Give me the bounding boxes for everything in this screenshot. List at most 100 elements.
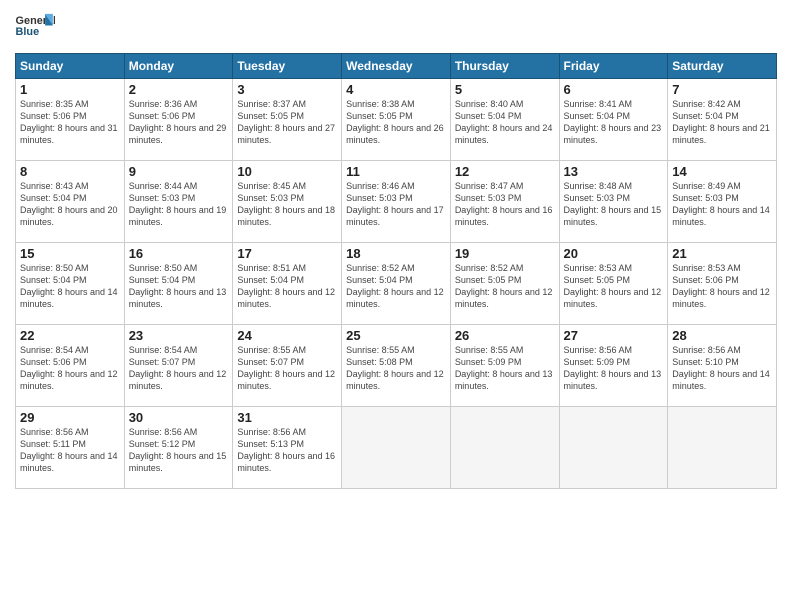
- day-info: Sunrise: 8:46 AM Sunset: 5:03 PM Dayligh…: [346, 180, 446, 229]
- calendar-cell: 7Sunrise: 8:42 AM Sunset: 5:04 PM Daylig…: [668, 79, 777, 161]
- day-number: 30: [129, 410, 229, 425]
- col-header-friday: Friday: [559, 54, 668, 79]
- calendar-cell: 28Sunrise: 8:56 AM Sunset: 5:10 PM Dayli…: [668, 325, 777, 407]
- day-info: Sunrise: 8:55 AM Sunset: 5:08 PM Dayligh…: [346, 344, 446, 393]
- day-number: 19: [455, 246, 555, 261]
- day-info: Sunrise: 8:52 AM Sunset: 5:05 PM Dayligh…: [455, 262, 555, 311]
- day-info: Sunrise: 8:36 AM Sunset: 5:06 PM Dayligh…: [129, 98, 229, 147]
- day-number: 27: [564, 328, 664, 343]
- day-number: 1: [20, 82, 120, 97]
- day-info: Sunrise: 8:56 AM Sunset: 5:09 PM Dayligh…: [564, 344, 664, 393]
- day-number: 21: [672, 246, 772, 261]
- day-info: Sunrise: 8:54 AM Sunset: 5:07 PM Dayligh…: [129, 344, 229, 393]
- day-number: 12: [455, 164, 555, 179]
- day-number: 3: [237, 82, 337, 97]
- logo: General Blue: [15, 10, 59, 45]
- calendar-cell: 10Sunrise: 8:45 AM Sunset: 5:03 PM Dayli…: [233, 161, 342, 243]
- day-info: Sunrise: 8:47 AM Sunset: 5:03 PM Dayligh…: [455, 180, 555, 229]
- calendar-week-4: 22Sunrise: 8:54 AM Sunset: 5:06 PM Dayli…: [16, 325, 777, 407]
- calendar-cell: 13Sunrise: 8:48 AM Sunset: 5:03 PM Dayli…: [559, 161, 668, 243]
- calendar-table: SundayMondayTuesdayWednesdayThursdayFrid…: [15, 53, 777, 489]
- logo-icon: General Blue: [15, 10, 55, 45]
- day-info: Sunrise: 8:56 AM Sunset: 5:10 PM Dayligh…: [672, 344, 772, 393]
- calendar-cell: 2Sunrise: 8:36 AM Sunset: 5:06 PM Daylig…: [124, 79, 233, 161]
- calendar-cell: 6Sunrise: 8:41 AM Sunset: 5:04 PM Daylig…: [559, 79, 668, 161]
- day-number: 2: [129, 82, 229, 97]
- day-number: 31: [237, 410, 337, 425]
- calendar-cell: [450, 407, 559, 489]
- day-info: Sunrise: 8:51 AM Sunset: 5:04 PM Dayligh…: [237, 262, 337, 311]
- calendar-cell: 21Sunrise: 8:53 AM Sunset: 5:06 PM Dayli…: [668, 243, 777, 325]
- col-header-wednesday: Wednesday: [342, 54, 451, 79]
- calendar-cell: 27Sunrise: 8:56 AM Sunset: 5:09 PM Dayli…: [559, 325, 668, 407]
- calendar-cell: 17Sunrise: 8:51 AM Sunset: 5:04 PM Dayli…: [233, 243, 342, 325]
- day-number: 29: [20, 410, 120, 425]
- calendar-cell: 22Sunrise: 8:54 AM Sunset: 5:06 PM Dayli…: [16, 325, 125, 407]
- calendar-cell: 20Sunrise: 8:53 AM Sunset: 5:05 PM Dayli…: [559, 243, 668, 325]
- day-number: 14: [672, 164, 772, 179]
- day-info: Sunrise: 8:38 AM Sunset: 5:05 PM Dayligh…: [346, 98, 446, 147]
- calendar-cell: 30Sunrise: 8:56 AM Sunset: 5:12 PM Dayli…: [124, 407, 233, 489]
- calendar-cell: 8Sunrise: 8:43 AM Sunset: 5:04 PM Daylig…: [16, 161, 125, 243]
- calendar-cell: 31Sunrise: 8:56 AM Sunset: 5:13 PM Dayli…: [233, 407, 342, 489]
- day-info: Sunrise: 8:54 AM Sunset: 5:06 PM Dayligh…: [20, 344, 120, 393]
- calendar-cell: 4Sunrise: 8:38 AM Sunset: 5:05 PM Daylig…: [342, 79, 451, 161]
- calendar-cell: 16Sunrise: 8:50 AM Sunset: 5:04 PM Dayli…: [124, 243, 233, 325]
- day-info: Sunrise: 8:45 AM Sunset: 5:03 PM Dayligh…: [237, 180, 337, 229]
- calendar-cell: 5Sunrise: 8:40 AM Sunset: 5:04 PM Daylig…: [450, 79, 559, 161]
- day-info: Sunrise: 8:37 AM Sunset: 5:05 PM Dayligh…: [237, 98, 337, 147]
- calendar-cell: 9Sunrise: 8:44 AM Sunset: 5:03 PM Daylig…: [124, 161, 233, 243]
- day-info: Sunrise: 8:56 AM Sunset: 5:13 PM Dayligh…: [237, 426, 337, 475]
- calendar-cell: 12Sunrise: 8:47 AM Sunset: 5:03 PM Dayli…: [450, 161, 559, 243]
- day-number: 20: [564, 246, 664, 261]
- day-number: 24: [237, 328, 337, 343]
- day-info: Sunrise: 8:50 AM Sunset: 5:04 PM Dayligh…: [129, 262, 229, 311]
- calendar-cell: 26Sunrise: 8:55 AM Sunset: 5:09 PM Dayli…: [450, 325, 559, 407]
- day-info: Sunrise: 8:43 AM Sunset: 5:04 PM Dayligh…: [20, 180, 120, 229]
- calendar-cell: 15Sunrise: 8:50 AM Sunset: 5:04 PM Dayli…: [16, 243, 125, 325]
- day-info: Sunrise: 8:35 AM Sunset: 5:06 PM Dayligh…: [20, 98, 120, 147]
- day-info: Sunrise: 8:52 AM Sunset: 5:04 PM Dayligh…: [346, 262, 446, 311]
- calendar-cell: 23Sunrise: 8:54 AM Sunset: 5:07 PM Dayli…: [124, 325, 233, 407]
- calendar-cell: 3Sunrise: 8:37 AM Sunset: 5:05 PM Daylig…: [233, 79, 342, 161]
- day-info: Sunrise: 8:40 AM Sunset: 5:04 PM Dayligh…: [455, 98, 555, 147]
- calendar-cell: [559, 407, 668, 489]
- day-info: Sunrise: 8:42 AM Sunset: 5:04 PM Dayligh…: [672, 98, 772, 147]
- day-number: 17: [237, 246, 337, 261]
- day-number: 8: [20, 164, 120, 179]
- day-number: 16: [129, 246, 229, 261]
- calendar-cell: [342, 407, 451, 489]
- col-header-thursday: Thursday: [450, 54, 559, 79]
- day-info: Sunrise: 8:44 AM Sunset: 5:03 PM Dayligh…: [129, 180, 229, 229]
- calendar-cell: 11Sunrise: 8:46 AM Sunset: 5:03 PM Dayli…: [342, 161, 451, 243]
- day-number: 10: [237, 164, 337, 179]
- day-number: 23: [129, 328, 229, 343]
- day-number: 9: [129, 164, 229, 179]
- day-info: Sunrise: 8:49 AM Sunset: 5:03 PM Dayligh…: [672, 180, 772, 229]
- day-info: Sunrise: 8:55 AM Sunset: 5:07 PM Dayligh…: [237, 344, 337, 393]
- calendar-week-2: 8Sunrise: 8:43 AM Sunset: 5:04 PM Daylig…: [16, 161, 777, 243]
- col-header-sunday: Sunday: [16, 54, 125, 79]
- day-info: Sunrise: 8:50 AM Sunset: 5:04 PM Dayligh…: [20, 262, 120, 311]
- col-header-saturday: Saturday: [668, 54, 777, 79]
- svg-text:Blue: Blue: [16, 26, 40, 38]
- day-info: Sunrise: 8:53 AM Sunset: 5:06 PM Dayligh…: [672, 262, 772, 311]
- calendar-week-1: 1Sunrise: 8:35 AM Sunset: 5:06 PM Daylig…: [16, 79, 777, 161]
- day-number: 6: [564, 82, 664, 97]
- page-container: General Blue SundayMondayTuesdayWednesda…: [0, 0, 792, 499]
- day-number: 26: [455, 328, 555, 343]
- day-info: Sunrise: 8:56 AM Sunset: 5:11 PM Dayligh…: [20, 426, 120, 475]
- day-number: 11: [346, 164, 446, 179]
- col-header-monday: Monday: [124, 54, 233, 79]
- day-number: 5: [455, 82, 555, 97]
- day-number: 25: [346, 328, 446, 343]
- day-info: Sunrise: 8:41 AM Sunset: 5:04 PM Dayligh…: [564, 98, 664, 147]
- day-info: Sunrise: 8:55 AM Sunset: 5:09 PM Dayligh…: [455, 344, 555, 393]
- day-number: 18: [346, 246, 446, 261]
- day-info: Sunrise: 8:53 AM Sunset: 5:05 PM Dayligh…: [564, 262, 664, 311]
- calendar-cell: 18Sunrise: 8:52 AM Sunset: 5:04 PM Dayli…: [342, 243, 451, 325]
- calendar-cell: 29Sunrise: 8:56 AM Sunset: 5:11 PM Dayli…: [16, 407, 125, 489]
- calendar-cell: 25Sunrise: 8:55 AM Sunset: 5:08 PM Dayli…: [342, 325, 451, 407]
- page-header: General Blue: [15, 10, 777, 45]
- day-number: 28: [672, 328, 772, 343]
